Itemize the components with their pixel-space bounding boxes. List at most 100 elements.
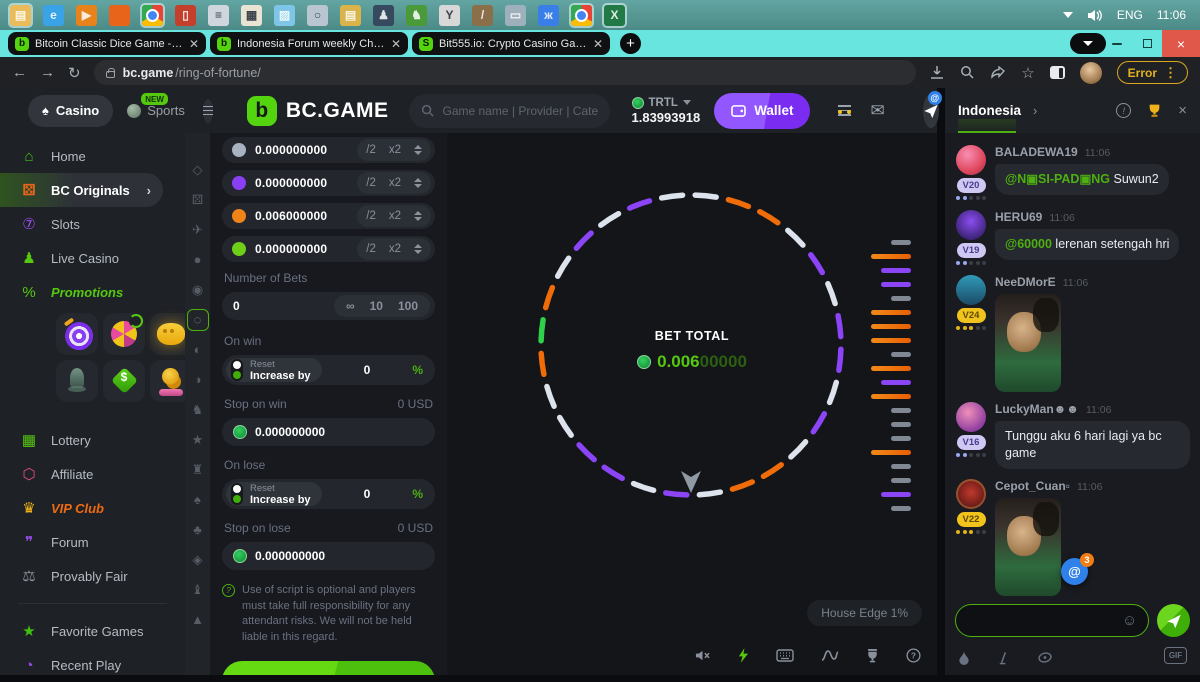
promo-target-tile[interactable] bbox=[56, 313, 98, 355]
chat-gif-image[interactable] bbox=[995, 294, 1061, 392]
chat-toggle-button[interactable]: @ bbox=[923, 94, 939, 128]
double-button[interactable]: x2 bbox=[389, 144, 401, 156]
strip-game-icon-9[interactable]: ♞ bbox=[192, 403, 204, 417]
chat-username[interactable]: HERU69 bbox=[995, 210, 1042, 224]
rain-feature-icon[interactable] bbox=[958, 650, 970, 665]
bet-count-option-∞[interactable]: ∞ bbox=[346, 299, 355, 313]
search-tool-icon[interactable]: ○ bbox=[307, 5, 328, 26]
wallet-button[interactable]: Wallet bbox=[714, 93, 810, 129]
file-explorer-icon[interactable]: ▤ bbox=[10, 5, 31, 26]
download-icon[interactable] bbox=[929, 65, 945, 80]
share-icon[interactable] bbox=[990, 66, 1006, 80]
sidebar-item-promotions[interactable]: %Promotions bbox=[0, 275, 185, 309]
strip-game-icon-4[interactable]: ● bbox=[194, 253, 202, 267]
chat-rules-icon[interactable]: ! bbox=[1116, 103, 1131, 118]
stepper-arrows[interactable] bbox=[414, 244, 422, 254]
sidebar-collapse-button[interactable] bbox=[203, 99, 213, 123]
strip-game-icon-10[interactable]: ★ bbox=[192, 433, 204, 447]
stepper-arrows[interactable] bbox=[414, 178, 422, 188]
game-search[interactable] bbox=[409, 94, 610, 128]
promo-tag-tile[interactable] bbox=[103, 360, 145, 402]
turbo-bet-icon[interactable] bbox=[738, 648, 749, 668]
folders-icon[interactable]: ▤ bbox=[340, 5, 361, 26]
double-button[interactable]: x2 bbox=[389, 243, 401, 255]
gif-picker-button[interactable]: GIF bbox=[1164, 647, 1187, 664]
calendar-icon[interactable]: ▦ bbox=[241, 5, 262, 26]
photos-icon[interactable]: ▨ bbox=[274, 5, 295, 26]
side-panel-icon[interactable] bbox=[1050, 66, 1065, 79]
sidebar-item-favorite-games[interactable]: ★Favorite Games bbox=[0, 614, 185, 648]
promo-rocket-tile[interactable] bbox=[56, 360, 98, 402]
tab-close-icon[interactable]: ✕ bbox=[391, 38, 401, 50]
window-close-button[interactable]: × bbox=[1162, 30, 1200, 57]
number-of-bets-input[interactable]: 0 ∞10100 bbox=[222, 292, 435, 320]
balance-display[interactable]: TRTL 1.83993918 bbox=[632, 97, 701, 125]
help-icon[interactable]: ? bbox=[906, 648, 921, 668]
game-search-input[interactable] bbox=[443, 104, 598, 118]
on-win-reset-toggle[interactable]: Reset Increase by bbox=[226, 358, 322, 382]
sidebar-item-slots[interactable]: ⑦Slots bbox=[0, 207, 185, 241]
chat-gif-image[interactable] bbox=[995, 498, 1061, 596]
browser-tab-2[interactable]: bIndonesia Forum weekly Challeng✕ bbox=[210, 32, 408, 55]
half-button[interactable]: /2 bbox=[366, 144, 376, 156]
stop-on-win-input[interactable]: 0.000000000 bbox=[222, 418, 435, 446]
butterfly-icon[interactable]: ж bbox=[538, 5, 559, 26]
half-button[interactable]: /2 bbox=[366, 243, 376, 255]
chat-close-icon[interactable]: × bbox=[1178, 102, 1187, 119]
strip-game-icon-8[interactable]: ◑ bbox=[194, 373, 202, 387]
stepper-arrows[interactable] bbox=[414, 145, 422, 155]
new-tab-button[interactable]: + bbox=[620, 33, 641, 54]
strip-game-icon-15[interactable]: ♝ bbox=[192, 583, 204, 597]
tab-close-icon[interactable]: ✕ bbox=[189, 38, 199, 50]
chat-commands-icon[interactable] bbox=[997, 651, 1010, 665]
back-button[interactable]: ← bbox=[12, 64, 27, 81]
bet-amount-value[interactable]: 0.006000000 bbox=[255, 209, 357, 223]
strip-game-icon-5[interactable]: ◉ bbox=[192, 283, 203, 297]
chat-input[interactable]: ☺ bbox=[955, 604, 1149, 637]
bet-count-option-10[interactable]: 10 bbox=[370, 299, 383, 313]
strip-game-icon-7[interactable]: ◐ bbox=[194, 343, 202, 357]
sidebar-item-lottery[interactable]: ▦Lottery bbox=[0, 423, 185, 457]
excel-icon[interactable]: X bbox=[604, 5, 625, 26]
strip-game-icon-11[interactable]: ♜ bbox=[192, 463, 204, 477]
casino-tab[interactable]: ♠ Casino bbox=[28, 95, 113, 127]
sidebar-item-home[interactable]: ⌂Home bbox=[0, 139, 185, 173]
feather-icon[interactable]: / bbox=[472, 5, 493, 26]
double-button[interactable]: x2 bbox=[389, 177, 401, 189]
speaker-icon[interactable] bbox=[1087, 9, 1103, 22]
taskbar-language[interactable]: ENG bbox=[1117, 8, 1143, 22]
bcgame-logo[interactable]: b BC.GAME bbox=[247, 96, 389, 126]
stepper-arrows[interactable] bbox=[414, 211, 422, 221]
strip-game-icon-6[interactable]: ◌ bbox=[187, 309, 209, 331]
sidebar-item-live-casino[interactable]: ♟Live Casino bbox=[0, 241, 185, 275]
sports-tab[interactable]: Sports NEW bbox=[127, 103, 185, 118]
monitor-icon[interactable]: ▭ bbox=[505, 5, 526, 26]
tab-search-button[interactable] bbox=[1070, 33, 1106, 54]
bet-amount-value[interactable]: 0.000000000 bbox=[255, 176, 357, 190]
on-win-value[interactable]: 0 bbox=[322, 363, 413, 377]
hotkeys-icon[interactable] bbox=[776, 649, 794, 667]
live-stats-icon[interactable] bbox=[821, 649, 839, 668]
address-bar[interactable]: bc.game /ring-of-fortune/ bbox=[94, 60, 917, 85]
chat-username[interactable]: Cepot_Cuan▫ bbox=[995, 479, 1070, 493]
strip-game-icon-1[interactable]: ◇ bbox=[193, 163, 203, 177]
taskbar-chevron-icon[interactable] bbox=[1063, 12, 1073, 18]
browser-tab-3[interactable]: SBit555.io: Crypto Casino Games &✕ bbox=[412, 32, 610, 55]
notepad-icon[interactable]: ≡ bbox=[208, 5, 229, 26]
window-minimize-button[interactable] bbox=[1102, 30, 1132, 57]
chat-username[interactable]: NeeDMorE bbox=[995, 275, 1056, 289]
trophy-icon[interactable] bbox=[1147, 103, 1162, 118]
tab-close-icon[interactable]: ✕ bbox=[593, 38, 603, 50]
internet-explorer-icon[interactable]: e bbox=[43, 5, 64, 26]
media-player-icon[interactable]: ▶ bbox=[76, 5, 97, 26]
sidebar-item-forum[interactable]: ❞Forum bbox=[0, 525, 185, 559]
browser-error-button[interactable]: Error⋮ bbox=[1117, 61, 1188, 84]
strip-game-icon-2[interactable]: ⚄ bbox=[192, 193, 203, 207]
lizard-icon[interactable]: ♞ bbox=[406, 5, 427, 26]
forward-button[interactable]: → bbox=[40, 64, 55, 81]
chevron-right-icon[interactable]: › bbox=[1033, 103, 1037, 118]
sidebar-item-provably-fair[interactable]: ⚖Provably Fair bbox=[0, 559, 185, 593]
strip-game-icon-16[interactable]: ▲ bbox=[191, 613, 204, 627]
half-button[interactable]: /2 bbox=[366, 177, 376, 189]
double-button[interactable]: x2 bbox=[389, 210, 401, 222]
